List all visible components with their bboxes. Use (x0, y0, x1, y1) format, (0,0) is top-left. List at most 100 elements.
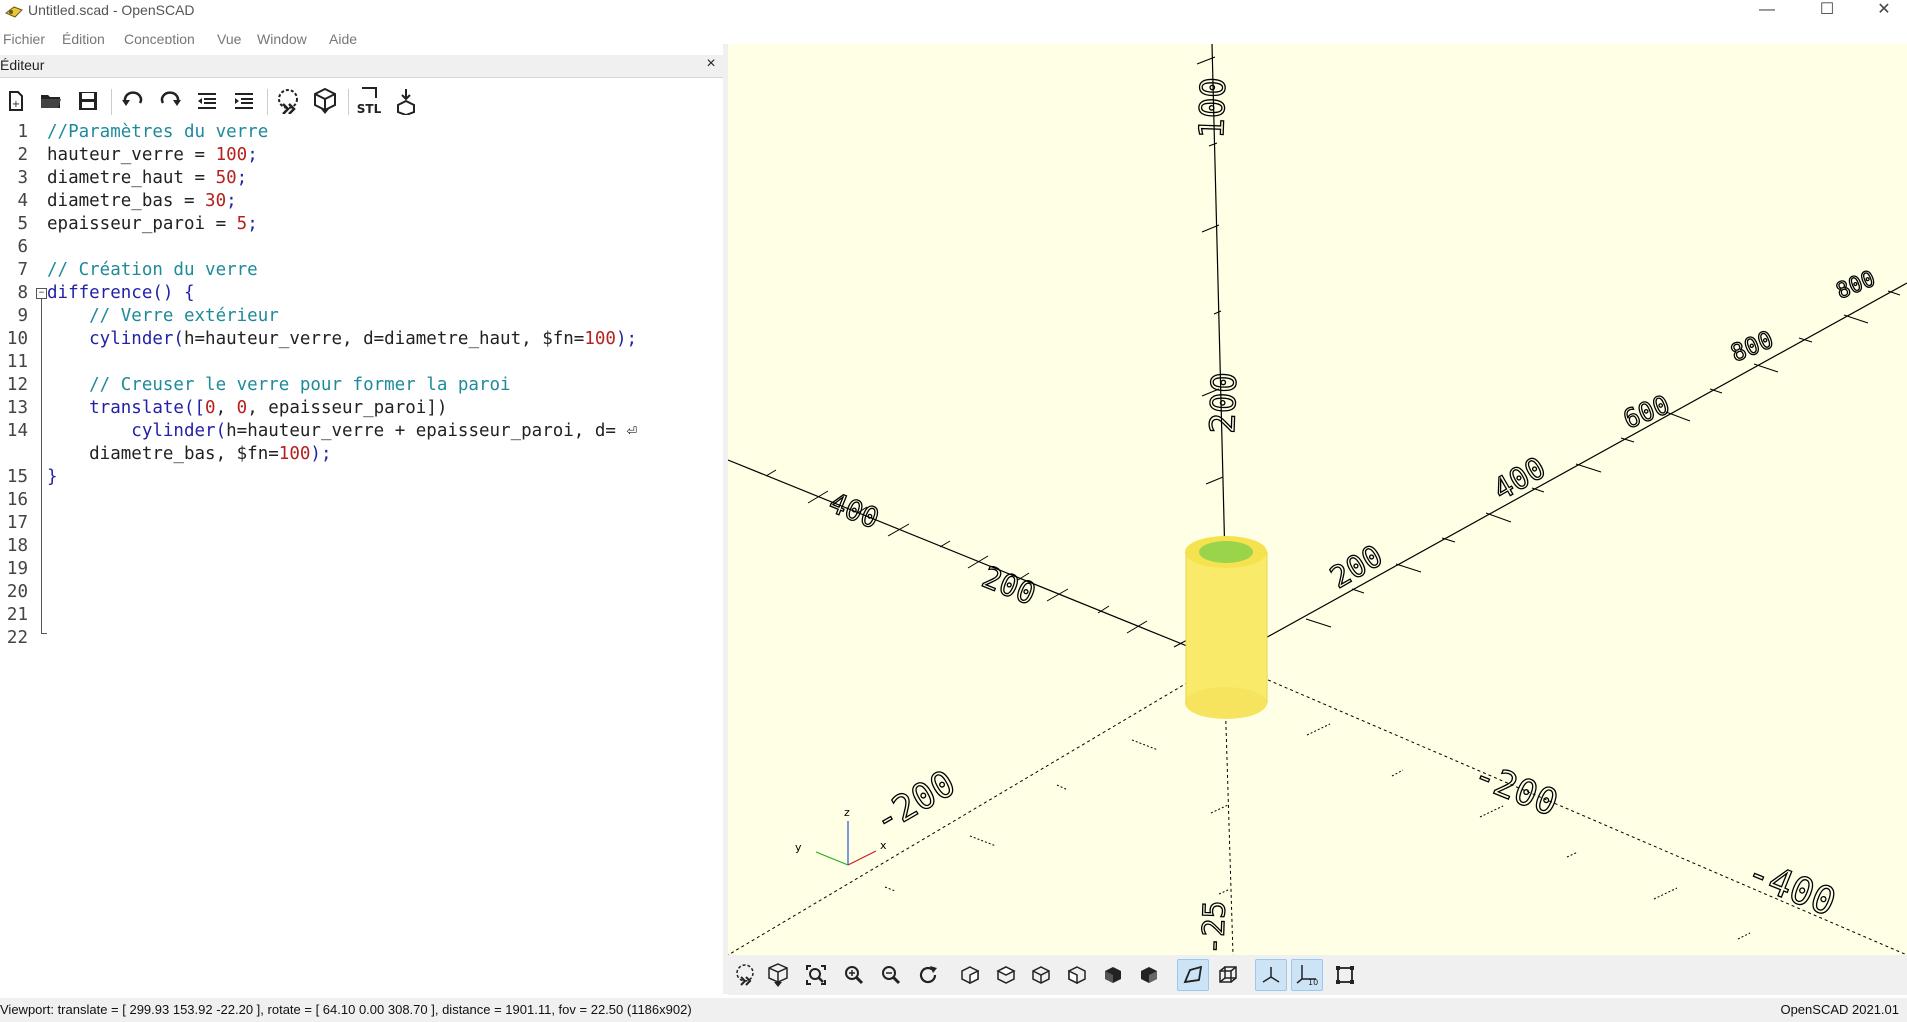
svg-text:y: y (795, 841, 802, 854)
close-window-button[interactable]: ✕ (1861, 0, 1907, 22)
title-bar: Untitled.scad - OpenSCAD — ☐ ✕ (0, 0, 1907, 22)
view-bottom-icon[interactable] (1025, 959, 1057, 991)
code-token: cylinder( (47, 329, 184, 349)
open-file-icon[interactable] (35, 85, 67, 117)
line-number: 6 (17, 237, 28, 257)
code-token: 100 (584, 329, 616, 349)
reset-view-icon[interactable] (912, 959, 944, 991)
viewport-status-text: Viewport: translate = [ 299.93 153.92 -2… (0, 1002, 692, 1017)
line-number: 2 (17, 145, 28, 165)
code-token: hauteur_verre = (47, 145, 216, 165)
neg-y-axis-label: -200 (867, 763, 963, 842)
perspective-icon[interactable] (1177, 959, 1209, 991)
code-text: diametre_haut = 50; (47, 167, 247, 190)
orthogonal-icon[interactable] (1212, 959, 1244, 991)
code-text: cylinder(h=hauteur_verre, d=diametre_hau… (47, 328, 637, 351)
neg-x-axis-label-200: -200 (1468, 754, 1564, 824)
code-token: difference() { (47, 283, 195, 303)
view-toolbar: 10 (728, 955, 1907, 995)
view-back-icon[interactable] (1133, 959, 1165, 991)
undo-icon[interactable] (117, 85, 149, 117)
send-to-print-icon[interactable] (390, 85, 422, 117)
render-icon[interactable] (309, 85, 341, 117)
code-token: ; (236, 168, 248, 188)
code-editor[interactable]: 1 //Paramètres du verre 2 hauteur_verre = 1… (0, 121, 723, 994)
code-token: , epaisseur_paroi]) (247, 398, 448, 418)
code-token: // Verre extérieur (47, 306, 279, 326)
status-bar: Viewport: translate = [ 299.93 153.92 -2… (0, 998, 1907, 1022)
code-token: // Creuser le verre pour former la paroi (47, 375, 511, 395)
3d-viewport[interactable]: 100 200 200 400 600 800 800 200 400 -200… (728, 44, 1907, 955)
code-text: hauteur_verre = 100; (47, 144, 258, 167)
code-token: 5 (236, 214, 248, 234)
x-axis-label-200: 200 (1325, 539, 1389, 596)
render-icon[interactable] (762, 959, 794, 991)
code-token: translate([ (47, 398, 206, 418)
svg-text:10: 10 (1308, 978, 1318, 987)
redo-icon[interactable] (154, 85, 186, 117)
maximize-button[interactable]: ☐ (1804, 0, 1850, 22)
scene-svg: 100 200 200 400 600 800 800 200 400 -200… (728, 44, 1907, 955)
export-stl-icon[interactable]: STL (353, 85, 385, 117)
line-number: 15 (6, 467, 28, 487)
code-text: translate([0, 0, epaisseur_paroi]) (47, 397, 447, 420)
code-token: ; (226, 191, 237, 211)
svg-text:STL: STL (357, 102, 382, 116)
line-number: 19 (6, 559, 28, 579)
view-right-icon[interactable] (954, 959, 986, 991)
view-front-icon[interactable] (1097, 959, 1129, 991)
zoom-in-icon[interactable] (838, 959, 870, 991)
code-token: ; (247, 214, 258, 234)
neg-x-axis-label-400: -400 (1741, 850, 1842, 925)
code-token: 100 (278, 444, 311, 464)
line-number: 18 (6, 536, 28, 556)
x-axis-label-800: 800 (1727, 325, 1778, 367)
svg-text:z: z (844, 806, 850, 819)
line-number: 11 (6, 352, 28, 372)
editor-title: Éditeur (0, 57, 45, 73)
code-token: epaisseur_paroi = (47, 214, 237, 234)
save-icon[interactable] (72, 85, 104, 117)
line-number: 1 (17, 122, 28, 142)
code-text: difference() { (47, 282, 195, 305)
z-axis-label-200: 200 (1203, 372, 1245, 435)
preview-icon[interactable] (729, 959, 761, 991)
x-axis-label-600: 600 (1619, 390, 1674, 435)
code-token: 30 (205, 191, 227, 211)
unindent-icon[interactable] (191, 85, 223, 117)
show-axes-icon[interactable] (1255, 959, 1287, 991)
code-token: 0 (236, 398, 248, 418)
code-token: 100 (215, 145, 248, 165)
line-number: 8 (17, 283, 28, 303)
view-left-icon[interactable] (1061, 959, 1093, 991)
z-axis-label-100: 100 (1192, 77, 1234, 140)
code-text: } (47, 466, 58, 489)
line-number: 7 (17, 260, 28, 280)
view-all-icon[interactable] (800, 959, 832, 991)
code-text: // Verre extérieur (47, 305, 279, 328)
editor-close-button[interactable]: × (701, 55, 721, 75)
code-token: diametre_haut = (47, 168, 216, 188)
y-axis-label-400: 400 (824, 486, 883, 536)
preview-icon[interactable] (272, 85, 304, 117)
zoom-out-icon[interactable] (875, 959, 907, 991)
fold-guide-end (41, 633, 47, 634)
code-token: diametre_bas = (47, 191, 206, 211)
show-edges-icon[interactable] (1329, 959, 1361, 991)
line-number: 5 (17, 214, 28, 234)
minimize-button[interactable]: — (1744, 0, 1790, 22)
new-file-icon[interactable]: + (0, 85, 32, 117)
code-token: } (47, 467, 58, 487)
line-number: 13 (6, 398, 28, 418)
show-scale-icon[interactable]: 10 (1291, 959, 1323, 991)
view-top-icon[interactable] (990, 959, 1022, 991)
code-token: h=hauteur_verre + epaisseur_paroi, d= (226, 421, 627, 441)
indent-icon[interactable] (228, 85, 260, 117)
code-text: //Paramètres du verre (47, 121, 268, 144)
line-number: 3 (17, 168, 28, 188)
code-token: , (215, 398, 237, 418)
x-axis-label-1000: 800 (1833, 266, 1879, 304)
code-token: ⏎ (626, 421, 638, 441)
code-token: ); (615, 329, 638, 349)
code-text: diametre_bas, $fn=100); (47, 443, 331, 466)
